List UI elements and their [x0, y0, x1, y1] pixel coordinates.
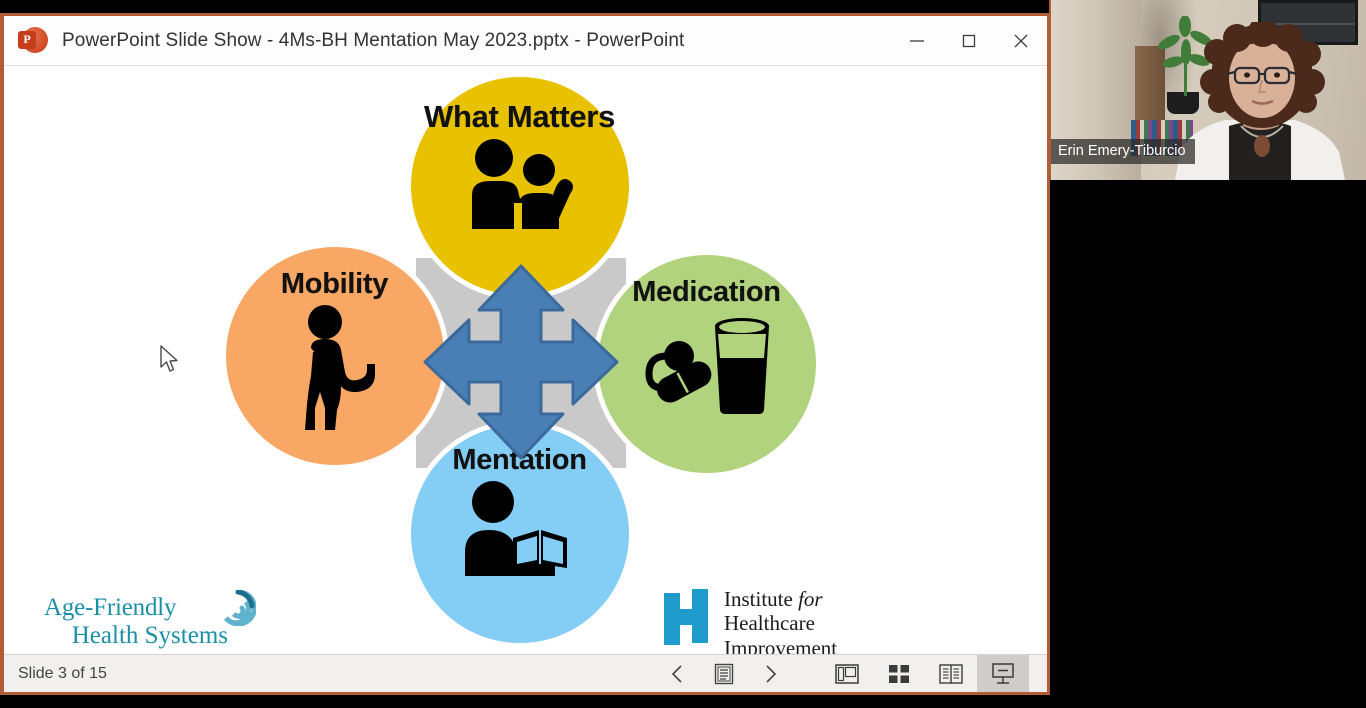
- normal-view-button[interactable]: [821, 655, 873, 692]
- status-bar: Slide 3 of 15: [4, 654, 1047, 692]
- circle-label-medication: Medication: [632, 276, 781, 308]
- slide-navigation: [655, 655, 793, 692]
- circle-mobility[interactable]: Mobility: [220, 242, 449, 470]
- slide-sorter-view-button[interactable]: [873, 655, 925, 692]
- person-reading-icon: [455, 480, 585, 585]
- close-button[interactable]: [995, 16, 1047, 65]
- previous-slide-button[interactable]: [655, 655, 701, 692]
- walking-person-with-cane-icon: [289, 304, 381, 437]
- ihi-line3: Improvement: [724, 635, 838, 654]
- slide-canvas[interactable]: What Matters Mobility Medication Mentati…: [4, 66, 1047, 654]
- ihi-line1: Institute: [724, 587, 793, 611]
- mouse-pointer-icon: [159, 345, 181, 375]
- four-ms-diagram: What Matters Mobility Medication Mentati…: [220, 72, 831, 652]
- video-participant: [1167, 17, 1357, 180]
- two-people-icon: [456, 137, 584, 234]
- age-friendly-health-systems-logo: Age-Friendly Health Systems: [44, 589, 257, 650]
- circle-label-mobility: Mobility: [280, 268, 389, 300]
- minimize-button[interactable]: [891, 16, 943, 65]
- afhs-line1: Age-Friendly: [44, 594, 177, 621]
- view-buttons: [821, 655, 1029, 692]
- ihi-line2: Healthcare: [724, 611, 815, 636]
- slide-counter: Slide 3 of 15: [18, 664, 107, 682]
- window-title: PowerPoint Slide Show - 4Ms-BH Mentation…: [62, 29, 685, 51]
- circle-label-what-matters: What Matters: [423, 99, 616, 134]
- institute-for-healthcare-improvement-logo: Institute for Healthcare Improvement: [662, 587, 837, 654]
- screen: P PowerPoint Slide Show - 4Ms-BH Mentati…: [0, 0, 1366, 708]
- powerpoint-window: P PowerPoint Slide Show - 4Ms-BH Mentati…: [0, 13, 1050, 695]
- next-slide-button[interactable]: [747, 655, 793, 692]
- ihi-text: Institute for Healthcare Improvement: [724, 587, 837, 654]
- powerpoint-icon: P: [18, 26, 48, 56]
- afhs-line2: Health Systems: [71, 622, 228, 649]
- title-bar[interactable]: P PowerPoint Slide Show - 4Ms-BH Mentati…: [4, 16, 1047, 66]
- window-controls: [891, 16, 1047, 65]
- circle-medication[interactable]: Medication: [592, 250, 821, 478]
- reading-view-button[interactable]: [925, 655, 977, 692]
- ihi-line1-italic: for: [798, 587, 823, 611]
- video-panel-left-border: [1049, 0, 1051, 180]
- slide-show-view-button[interactable]: [977, 655, 1029, 692]
- powerpoint-icon-letter: P: [18, 30, 36, 49]
- spiral-swirl-icon: [220, 589, 257, 627]
- pills-and-glass-icon: [637, 312, 777, 419]
- webcam-video-panel[interactable]: Erin Emery-Tiburcio: [1049, 0, 1366, 180]
- slide-menu-button[interactable]: [701, 655, 747, 692]
- four-way-arrow-icon: [421, 262, 621, 462]
- maximize-button[interactable]: [943, 16, 995, 65]
- participant-name-label: Erin Emery-Tiburcio: [1049, 139, 1195, 164]
- ihi-h-icon: [662, 587, 710, 649]
